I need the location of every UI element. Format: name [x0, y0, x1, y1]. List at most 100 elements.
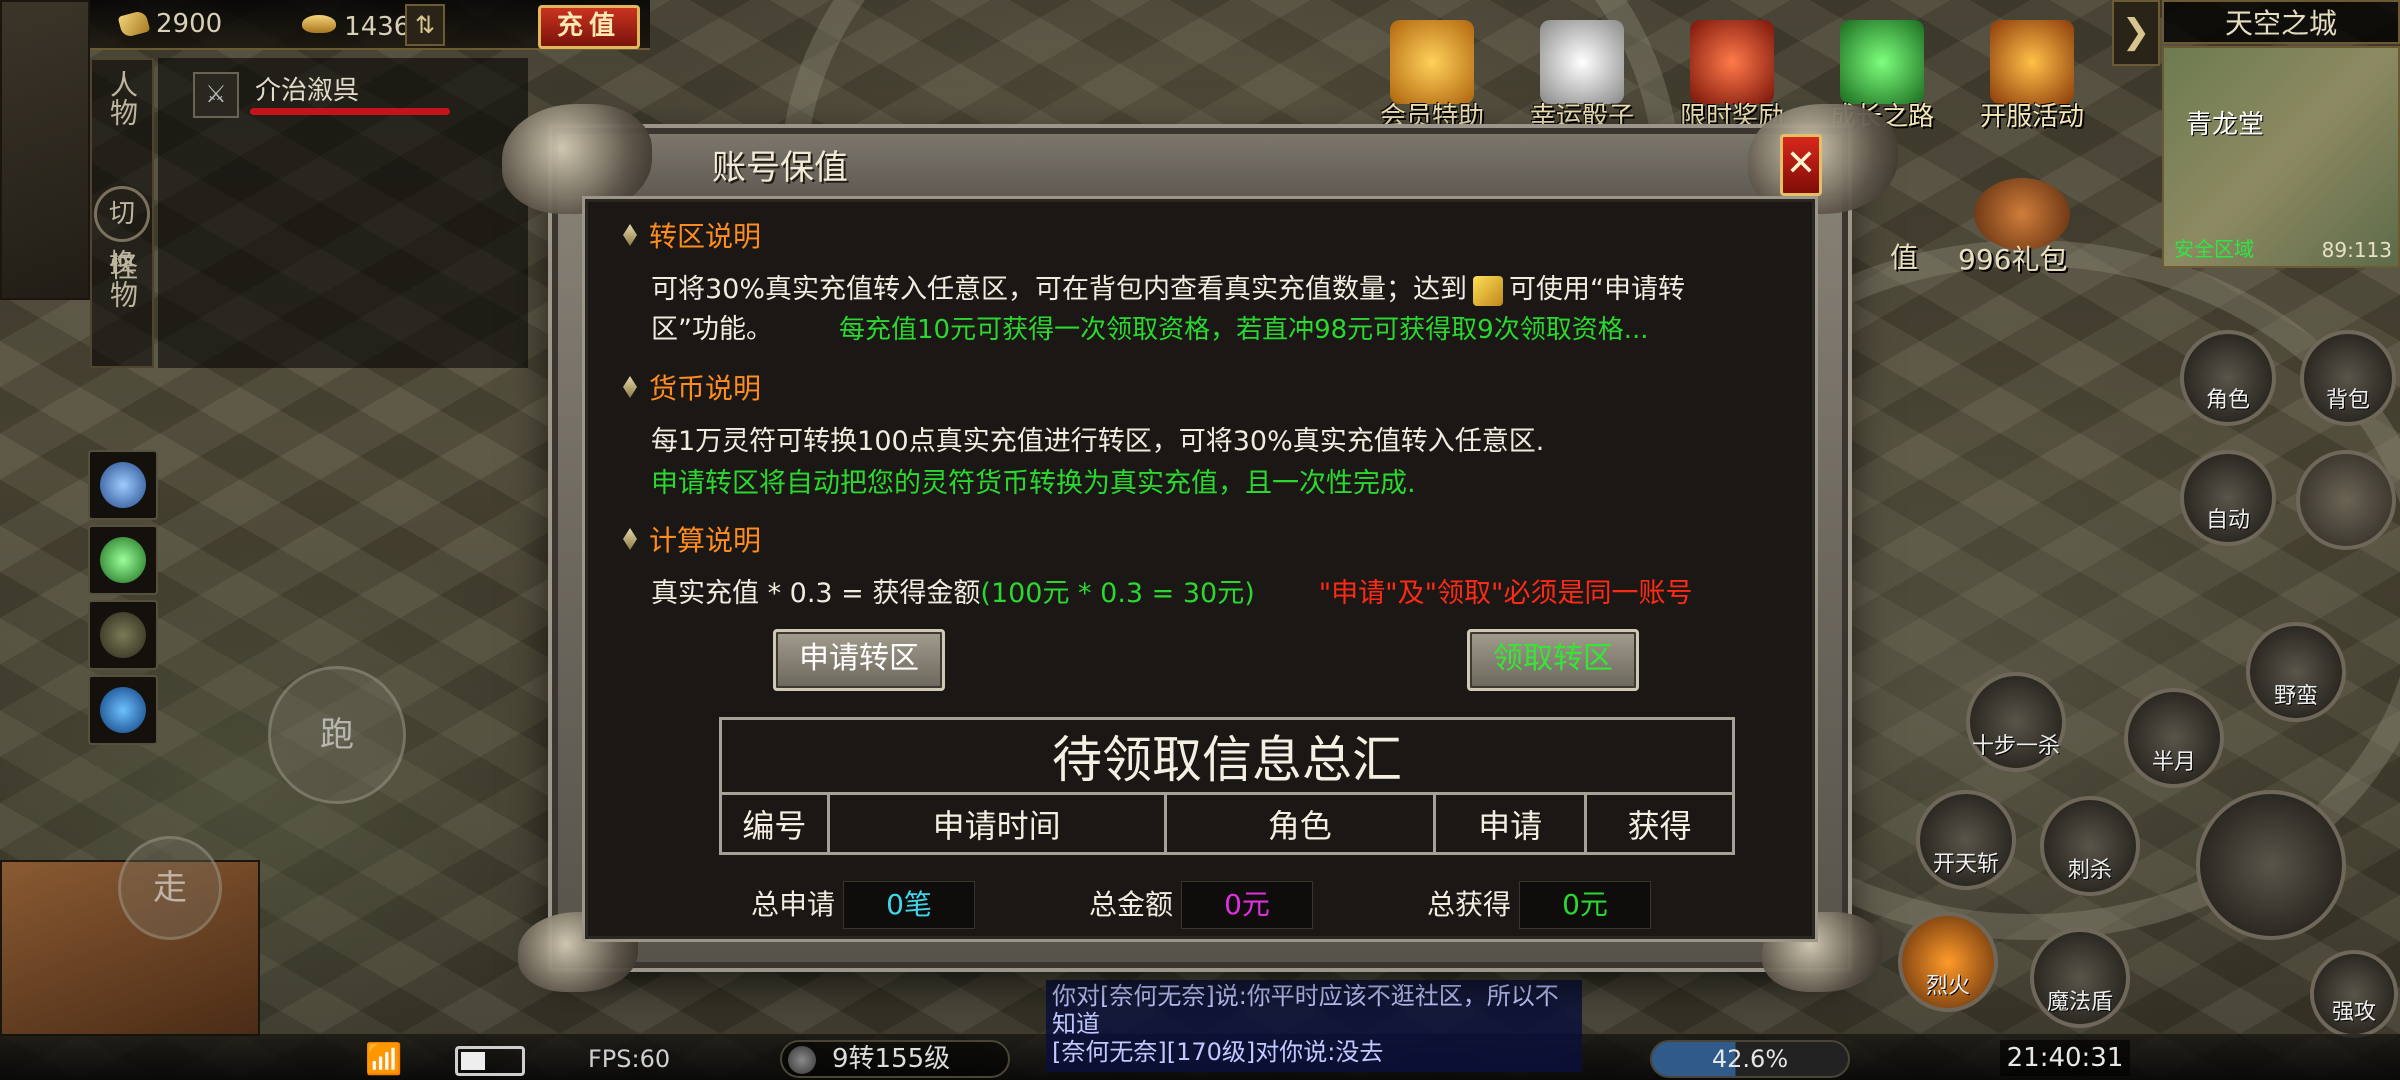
minimap[interactable]: 青龙堂 安全区域 89:113 — [2162, 46, 2400, 268]
total-apply-value: 0笔 — [843, 881, 975, 929]
chat-box[interactable]: 你对[奈何无奈]说:你平时应该不逛社区，所以不知道 [奈何无奈][170级]对你… — [1046, 980, 1582, 1072]
section-heading: 货币说明 — [623, 367, 761, 407]
section-text-part: 可将30%真实充值转入任意区，可在背包内查看真实充值数量；达到 — [651, 274, 1468, 305]
minimap-place: 青龙堂 — [2186, 110, 2265, 140]
collapse-arrow-icon[interactable]: ❯ — [2112, 0, 2160, 66]
poison-skill-icon — [100, 537, 146, 583]
section-text: 可将30%真实充值转入任意区，可在背包内查看真实充值数量；达到 可使用“申请转 — [651, 267, 1685, 306]
skill-slot-3[interactable] — [88, 600, 158, 670]
section-heading: 计算说明 — [623, 519, 761, 559]
dialog-title: 账号保值 — [712, 148, 848, 188]
apply-transfer-button[interactable]: 申请转区 — [773, 629, 945, 691]
tab-monster-label: 怪物 — [106, 252, 139, 308]
skill-ten-steps[interactable]: 十步一杀 — [1966, 672, 2066, 772]
chat-line: [奈何无奈][170级]对你说:没去 — [1052, 1038, 1384, 1066]
battery-icon — [455, 1046, 525, 1076]
activity-server-open[interactable]: 开服活动 — [1972, 20, 2092, 133]
role-button-label: 角色 — [2205, 388, 2250, 413]
gold-display: 2900 — [117, 9, 222, 39]
account-value-dialog: 账号保值 ✕ 转区说明 可将30%真实充值转入任意区，可在背包内查看真实充值数量… — [502, 104, 1898, 992]
skill-power-attack[interactable]: 强攻 — [2310, 950, 2398, 1038]
growth-arrow-icon — [1840, 20, 1924, 104]
skill-magic-shield[interactable]: 魔法盾 — [2030, 928, 2130, 1028]
compass-button[interactable] — [2296, 450, 2396, 550]
skill-blaze[interactable]: 烈火 — [1898, 912, 1998, 1012]
diamond-bullet-icon — [623, 224, 637, 246]
skill-sky-slash[interactable]: 开天斩 — [1916, 790, 2016, 890]
coordinates: 89:113 — [2321, 238, 2392, 262]
left-tab-column: 人物 切换 怪物 — [90, 58, 154, 368]
section-text-part: 区”功能。 — [651, 314, 773, 345]
claim-transfer-button[interactable]: 领取转区 — [1467, 629, 1639, 691]
section-text-green: 申请转区将自动把您的灵符货币转换为真实充值，且一次性完成. — [651, 468, 1416, 499]
activity-vip[interactable]: 会员特助 — [1372, 20, 1492, 133]
table-header-cell: 角色 — [1163, 792, 1436, 855]
ice-skill-icon — [100, 462, 146, 508]
role-button[interactable]: 角色 — [2180, 330, 2276, 426]
fps-counter: FPS:60 — [588, 1045, 671, 1073]
account-warning: "申请"及"领取"必须是同一账号 — [1318, 578, 1693, 609]
skill-slot-1[interactable] — [88, 450, 158, 520]
total-gain-value: 0元 — [1519, 881, 1651, 929]
level-orb-icon — [788, 1046, 816, 1074]
skill-savage[interactable]: 野蛮 — [2246, 622, 2346, 722]
sort-toggle-button[interactable]: ⇅ — [405, 4, 445, 46]
recharge-value-label[interactable]: 值 — [1890, 236, 1918, 276]
section-text: 区”功能。 每充值10元可获得一次领取资格，若直冲98元可获得取9次领取资格... — [651, 307, 1649, 346]
gold-coin-icon — [117, 9, 151, 39]
total-amount-label: 总金额 — [1089, 888, 1174, 921]
section-heading-text: 计算说明 — [649, 524, 762, 557]
skill-slot-2[interactable] — [88, 525, 158, 595]
tab-switch[interactable]: 切换 — [94, 186, 150, 279]
target-name[interactable]: 介治溆呉 — [255, 70, 359, 107]
bag-button[interactable]: 背包 — [2300, 330, 2396, 426]
wifi-icon: 📶 — [365, 1042, 403, 1077]
tab-monster[interactable]: 怪物 — [94, 252, 150, 364]
tab-character-label: 人物 — [106, 70, 139, 126]
section-text-green: 每充值10元可获得一次领取资格，若直冲98元可获得取9次领取资格... — [839, 315, 1649, 345]
skill-assassinate[interactable]: 刺杀 — [2040, 796, 2140, 896]
table-header-cell: 申请 — [1432, 792, 1588, 855]
safe-zone-label: 安全区域 — [2174, 237, 2254, 261]
skill-half-moon[interactable]: 半月 — [2124, 688, 2224, 788]
pending-summary-table: 待领取信息总汇 编号 申请时间 角色 申请 获得 — [719, 717, 1735, 855]
skill-label: 半月 — [2151, 750, 2196, 775]
formula-text: 真实充值 * 0.3 = 获得金额 — [651, 578, 981, 609]
skill-label: 强攻 — [2331, 1000, 2376, 1025]
table-caption: 待领取信息总汇 — [719, 717, 1735, 795]
table-header-cell: 编号 — [719, 792, 830, 855]
diamond-bullet-icon — [623, 376, 637, 398]
sword-icon[interactable]: ⚔ — [193, 72, 239, 118]
attack-button[interactable] — [2196, 790, 2346, 940]
activity-dice[interactable]: 幸运骰子 — [1522, 20, 1642, 133]
target-hp-bar — [250, 108, 450, 115]
temple-icon — [1990, 20, 2074, 104]
tab-character[interactable]: 人物 — [94, 64, 150, 176]
close-button[interactable]: ✕ — [1780, 134, 1822, 196]
skill-slot-4[interactable] — [88, 675, 158, 745]
total-amount-value: 0元 — [1181, 881, 1313, 929]
section-text: 真实充值 * 0.3 = 获得金额(100元 * 0.3 = 30元) "申请"及… — [651, 571, 1692, 610]
auto-button-label: 自动 — [2205, 508, 2250, 533]
auto-button[interactable]: 自动 — [2180, 450, 2276, 546]
map-title: 天空之城 — [2162, 0, 2400, 44]
gift-icon — [1690, 20, 1774, 104]
section-text: 每1万灵符可转换100点真实充值进行转区，可将30%真实充值转入任意区. — [651, 426, 1545, 457]
skill-label: 刺杀 — [2067, 858, 2112, 883]
table-header-row: 编号 申请时间 角色 申请 获得 — [719, 792, 1735, 855]
skill-label: 十步一杀 — [1971, 734, 2060, 759]
recharge-button[interactable]: 充值 — [538, 5, 640, 49]
exp-bar: 42.6% — [1650, 1040, 1850, 1078]
diamond-bullet-icon — [623, 528, 637, 550]
gold-ingot-icon — [302, 15, 337, 33]
gift-996-label[interactable]: 996礼包 — [1958, 238, 2067, 278]
skill-label: 开天斩 — [1932, 852, 1999, 877]
section-text-part: 可使用“申请转 — [1509, 274, 1686, 305]
run-button[interactable]: 跑 — [268, 666, 406, 804]
skill-label: 魔法盾 — [2046, 990, 2113, 1015]
skill-label: 烈火 — [1925, 974, 1970, 999]
section-heading: 转区说明 — [623, 215, 761, 255]
clock: 21:40:31 — [2000, 1040, 2130, 1076]
player-level-text: 9转155级 — [832, 1044, 951, 1074]
walk-button[interactable]: 走 — [118, 836, 222, 940]
